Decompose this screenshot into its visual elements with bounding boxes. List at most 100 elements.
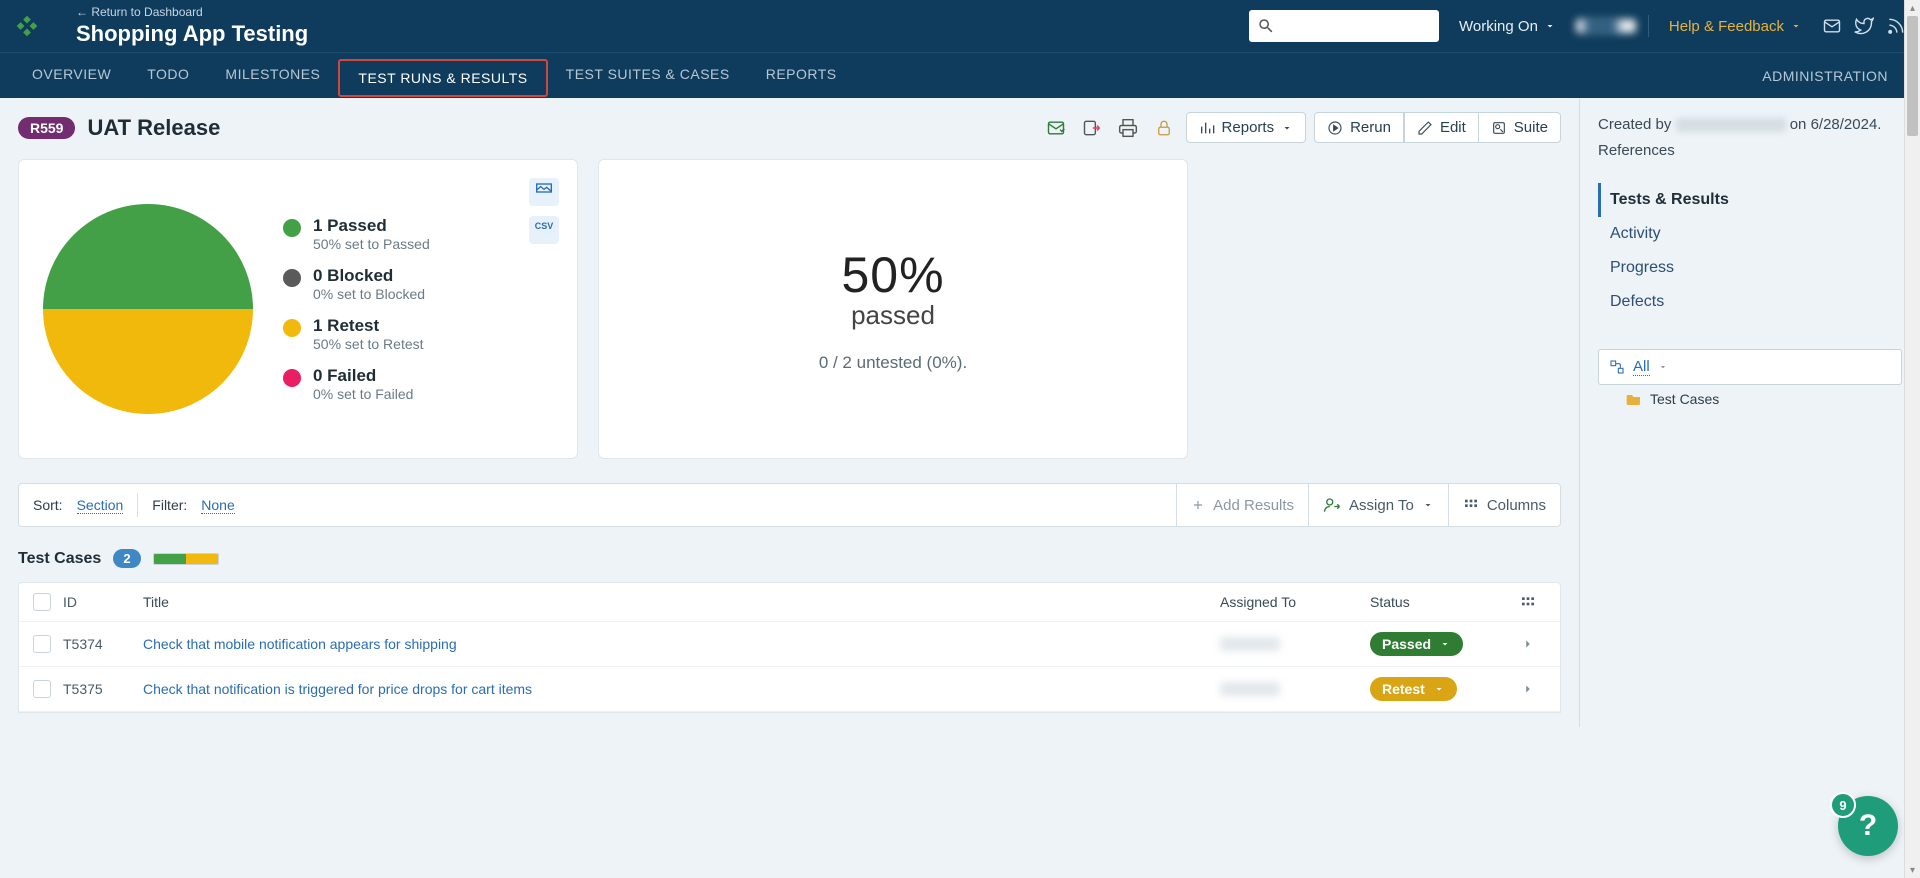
assigned-to-value <box>1220 637 1280 651</box>
header-status[interactable]: Status <box>1370 594 1510 610</box>
expand-row[interactable] <box>1510 682 1546 696</box>
status-pie-card: 1 Passed50% set to Passed 0 Blocked0% se… <box>18 159 578 459</box>
return-to-dashboard-link[interactable]: ← Return to Dashboard <box>76 5 308 19</box>
percent-passed-card: 50% passed 0 / 2 untested (0%). <box>598 159 1188 459</box>
filter-label: Filter: <box>152 497 187 513</box>
run-id-badge: R559 <box>18 117 75 139</box>
legend-retest: 1 Retest50% set to Retest <box>283 316 430 352</box>
nav-reports[interactable]: REPORTS <box>748 53 855 99</box>
untested-summary: 0 / 2 untested (0%). <box>819 353 967 373</box>
side-nav-progress[interactable]: Progress <box>1598 251 1902 285</box>
nav-administration[interactable]: ADMINISTRATION <box>1744 68 1906 84</box>
top-bar: ← Return to Dashboard Shopping App Testi… <box>0 0 1920 52</box>
side-panel: Created by on 6/28/2024. References Test… <box>1580 98 1920 727</box>
row-checkbox[interactable] <box>33 680 51 698</box>
section-progress-bar <box>153 553 219 565</box>
reports-dropdown-button[interactable]: Reports <box>1186 112 1307 143</box>
legend-blocked: 0 Blocked0% set to Blocked <box>283 266 430 302</box>
app-logo[interactable] <box>14 13 40 39</box>
download-arrow-icon <box>539 231 549 239</box>
chevron-down-icon <box>1624 20 1628 32</box>
help-widget[interactable]: 9 ? <box>1838 796 1898 856</box>
add-results-button[interactable]: Add Results <box>1176 484 1308 526</box>
assigned-to-value <box>1220 682 1280 696</box>
nav-test-suites-cases[interactable]: TEST SUITES & CASES <box>548 53 748 99</box>
dot-retest <box>283 319 301 337</box>
header-assigned-to[interactable]: Assigned To <box>1220 594 1370 610</box>
table-header-row: ID Title Assigned To Status <box>19 583 1560 622</box>
nav-milestones[interactable]: MILESTONES <box>207 53 338 99</box>
suite-icon <box>1491 120 1507 136</box>
section-tree: All <box>1598 349 1902 385</box>
play-circle-icon <box>1327 120 1343 136</box>
project-title: Shopping App Testing <box>76 21 308 47</box>
chevron-down-icon <box>1790 20 1802 32</box>
plus-icon <box>1191 498 1205 512</box>
status-pie-chart <box>43 204 253 414</box>
expand-row[interactable] <box>1510 637 1546 651</box>
export-icon[interactable] <box>1078 114 1106 142</box>
columns-icon <box>1463 497 1479 513</box>
nav-todo[interactable]: TODO <box>129 53 207 99</box>
columns-button[interactable]: Columns <box>1448 484 1560 526</box>
legend-passed: 1 Passed50% set to Passed <box>283 216 430 252</box>
row-checkbox[interactable] <box>33 635 51 653</box>
sort-label: Sort: <box>33 497 63 513</box>
chart-icon <box>1199 120 1215 136</box>
rss-icon[interactable] <box>1886 16 1906 36</box>
side-nav-tests-results[interactable]: Tests & Results <box>1598 183 1902 217</box>
test-id: T5375 <box>63 681 143 697</box>
nav-test-runs-results[interactable]: TEST RUNS & RESULTS <box>338 59 547 97</box>
results-toolbar: Sort: Section Filter: None Add Results A… <box>18 483 1561 527</box>
lock-icon[interactable] <box>1150 114 1178 142</box>
tree-test-cases[interactable]: Test Cases <box>1598 385 1902 409</box>
bird-icon[interactable] <box>1854 16 1874 36</box>
suite-button[interactable]: Suite <box>1479 112 1561 143</box>
subscribe-icon[interactable] <box>1042 114 1070 142</box>
search-input[interactable] <box>1249 10 1439 42</box>
rerun-button[interactable]: Rerun <box>1314 112 1404 143</box>
status-pill[interactable]: Retest <box>1370 677 1457 701</box>
filter-value-link[interactable]: None <box>201 497 234 514</box>
search-icon <box>1257 17 1275 35</box>
chevron-down-icon <box>1544 20 1556 32</box>
side-nav-activity[interactable]: Activity <box>1598 217 1902 251</box>
test-cases-table: ID Title Assigned To Status T5374 Check … <box>18 582 1561 713</box>
header-id[interactable]: ID <box>63 594 143 610</box>
download-csv-button[interactable]: CSV <box>529 216 559 244</box>
chevron-down-icon <box>1422 499 1434 511</box>
help-count-badge: 9 <box>1830 792 1856 818</box>
chevron-right-icon <box>1521 682 1535 696</box>
created-by-text: Created by on 6/28/2024. References <box>1598 112 1902 163</box>
folder-icon <box>1626 392 1642 406</box>
pencil-icon <box>1417 120 1433 136</box>
select-all-checkbox[interactable] <box>33 593 51 611</box>
working-on-dropdown[interactable]: Working On <box>1451 10 1564 42</box>
chevron-right-icon <box>1521 637 1535 651</box>
section-title: Test Cases <box>18 550 101 568</box>
assign-icon <box>1323 496 1341 514</box>
assign-to-dropdown[interactable]: Assign To <box>1308 484 1448 526</box>
print-icon[interactable] <box>1114 114 1142 142</box>
mail-icon[interactable] <box>1822 16 1842 36</box>
test-title-link[interactable]: Check that mobile notification appears f… <box>143 636 1220 652</box>
tree-all-link[interactable]: All <box>1609 358 1891 376</box>
help-feedback-dropdown[interactable]: Help & Feedback <box>1661 10 1810 42</box>
header-columns-menu[interactable] <box>1510 594 1546 610</box>
dot-failed <box>283 369 301 387</box>
user-menu-dropdown[interactable] <box>1576 19 1636 33</box>
download-arrow-icon <box>539 193 549 201</box>
download-image-button[interactable] <box>529 178 559 206</box>
test-title-link[interactable]: Check that notification is triggered for… <box>143 681 1220 697</box>
table-row[interactable]: T5374 Check that mobile notification app… <box>19 622 1560 667</box>
main-content: R559 UAT Release Reports Rerun Edit <box>0 98 1580 727</box>
nav-overview[interactable]: OVERVIEW <box>14 53 129 99</box>
header-title[interactable]: Title <box>143 594 1220 610</box>
side-nav-defects[interactable]: Defects <box>1598 285 1902 319</box>
chevron-down-icon <box>1439 638 1451 650</box>
edit-button[interactable]: Edit <box>1404 112 1479 143</box>
sort-value-link[interactable]: Section <box>77 497 124 514</box>
table-row[interactable]: T5375 Check that notification is trigger… <box>19 667 1560 712</box>
status-pill[interactable]: Passed <box>1370 632 1463 656</box>
columns-icon <box>1520 594 1536 610</box>
